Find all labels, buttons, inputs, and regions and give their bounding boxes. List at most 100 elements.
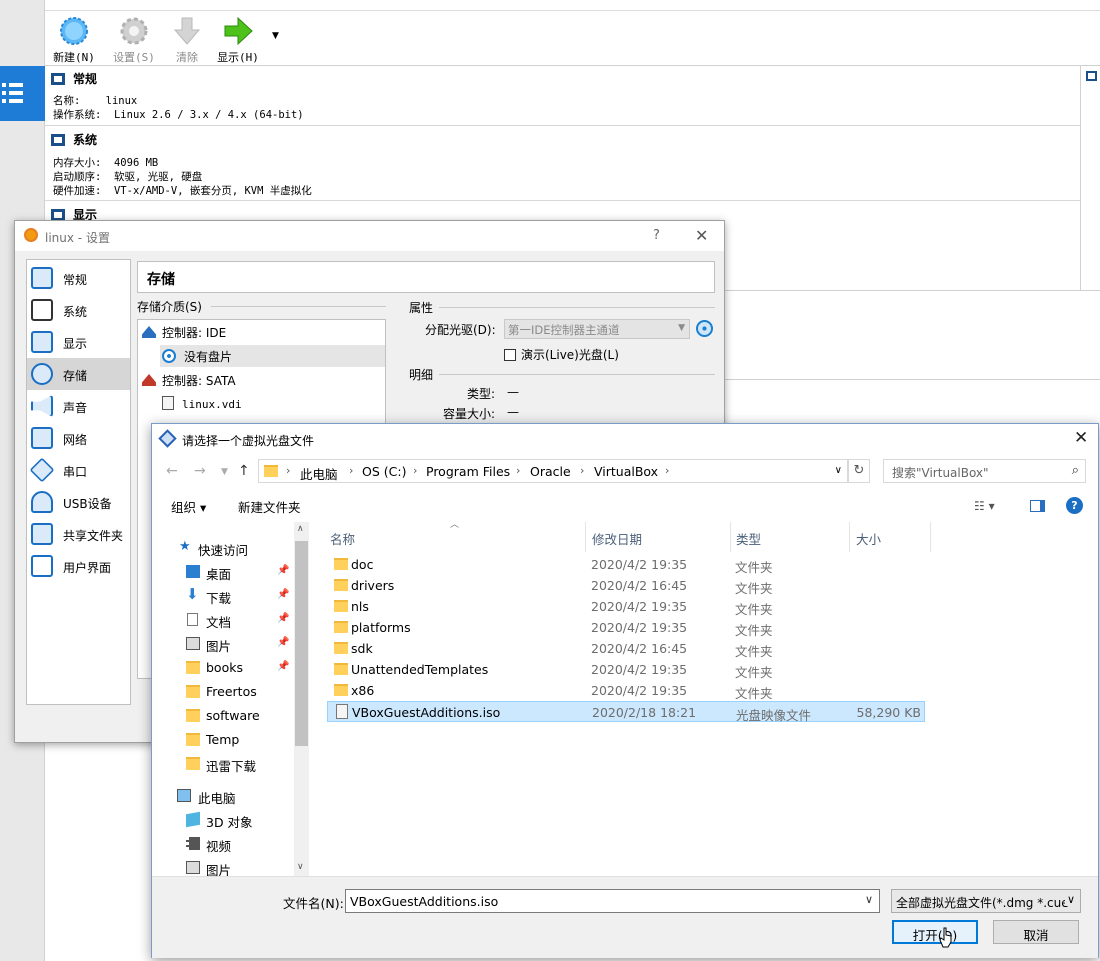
file-row[interactable]: platforms 2020/4/2 19:35 文件夹 bbox=[327, 617, 925, 638]
acceleration-value: VT-x/AMD-V, 嵌套分页, KVM 半虚拟化 bbox=[113, 185, 312, 197]
category-network[interactable]: 网络 bbox=[27, 422, 130, 454]
address-bar[interactable]: › 此电脑 › OS (C:) › Program Files › Oracle… bbox=[258, 459, 848, 483]
nav-software[interactable]: software bbox=[152, 704, 292, 728]
nav-documents[interactable]: 文档 📌 bbox=[152, 608, 292, 632]
pin-icon: 📌 bbox=[277, 565, 290, 576]
nav-this-pc[interactable]: 此电脑 bbox=[152, 784, 292, 808]
address-dropdown-icon[interactable]: ∨ bbox=[835, 465, 842, 476]
category-display[interactable]: 显示 bbox=[27, 326, 130, 358]
show-button[interactable]: 显示(H) bbox=[213, 15, 263, 65]
help-icon[interactable]: ? bbox=[1066, 497, 1083, 514]
cancel-button[interactable]: 取消 bbox=[993, 920, 1079, 944]
hard-disk-icon bbox=[162, 396, 174, 410]
refresh-icon[interactable]: ↻ bbox=[848, 459, 870, 483]
boot-order-value: 软驱, 光驱, 硬盘 bbox=[113, 171, 203, 183]
tree-empty-disc[interactable]: 没有盘片 bbox=[160, 345, 385, 367]
category-user-interface[interactable]: 用户界面 bbox=[27, 550, 130, 582]
category-general[interactable]: 常规 bbox=[27, 262, 130, 294]
file-dialog-close-button[interactable]: ✕ bbox=[1074, 428, 1088, 448]
film-icon bbox=[186, 837, 200, 850]
machine-tools-tile[interactable] bbox=[0, 66, 45, 121]
nav-downloads[interactable]: ⬇ 下载 📌 bbox=[152, 584, 292, 608]
nav-videos[interactable]: 视频 bbox=[152, 832, 292, 856]
up-arrow-icon[interactable]: ↑ bbox=[238, 463, 250, 479]
tree-sata-controller[interactable]: 控制器: SATA bbox=[142, 372, 236, 389]
nav-freertos[interactable]: Freertos bbox=[152, 680, 292, 704]
breadcrumb-virtualbox[interactable]: VirtualBox bbox=[594, 464, 658, 479]
acceleration-label: 硬件加速: bbox=[53, 185, 102, 197]
down-arrow-icon bbox=[173, 17, 201, 45]
organize-button[interactable]: 组织 ▾ bbox=[171, 497, 206, 516]
filetype-select[interactable]: 全部虚拟光盘文件(*.dmg *.cue ∨ bbox=[891, 889, 1081, 913]
live-cd-checkbox[interactable]: 演示(Live)光盘(L) bbox=[504, 346, 619, 363]
category-serial[interactable]: 串口 bbox=[27, 454, 130, 486]
monitor-icon bbox=[31, 331, 53, 353]
discard-button[interactable]: 清除 bbox=[162, 15, 212, 65]
chevron-down-icon[interactable]: ∨ bbox=[297, 862, 304, 872]
open-button[interactable]: 打开(O) bbox=[892, 920, 978, 944]
file-row[interactable]: UnattendedTemplates 2020/4/2 19:35 文件夹 bbox=[327, 659, 925, 680]
category-shared-folders[interactable]: 共享文件夹 bbox=[27, 518, 130, 550]
new-button[interactable]: 新建(N) bbox=[49, 15, 99, 65]
back-arrow-icon[interactable]: ← bbox=[166, 463, 178, 479]
file-row[interactable]: nls 2020/4/2 19:35 文件夹 bbox=[327, 596, 925, 617]
breadcrumb-program-files[interactable]: Program Files bbox=[426, 464, 510, 479]
help-button[interactable]: ? bbox=[653, 228, 660, 243]
category-usb[interactable]: USB设备 bbox=[27, 486, 130, 518]
folder-icon bbox=[264, 465, 278, 477]
settings-close-button[interactable]: ✕ bbox=[695, 226, 708, 245]
virtualbox-app-icon bbox=[158, 429, 177, 448]
nav-temp[interactable]: Temp bbox=[152, 728, 292, 752]
category-audio[interactable]: 声音 bbox=[27, 390, 130, 422]
tree-ide-controller[interactable]: 控制器: IDE bbox=[142, 324, 226, 341]
chevron-down-icon[interactable]: ∨ bbox=[865, 893, 873, 906]
column-name[interactable]: 名称 bbox=[330, 529, 355, 548]
system-title: 系统 bbox=[73, 133, 98, 147]
disc-image-icon bbox=[336, 704, 348, 719]
chevron-up-icon[interactable]: ∧ bbox=[297, 524, 304, 534]
category-storage[interactable]: 存储 bbox=[27, 358, 130, 390]
new-folder-button[interactable]: 新建文件夹 bbox=[238, 497, 301, 516]
nav-xunlei-downloads[interactable]: 迅雷下载 bbox=[152, 752, 292, 776]
cube-icon bbox=[186, 811, 200, 828]
file-row[interactable]: sdk 2020/4/2 16:45 文件夹 bbox=[327, 638, 925, 659]
network-icon bbox=[31, 427, 53, 449]
file-row[interactable]: x86 2020/4/2 19:35 文件夹 bbox=[327, 680, 925, 701]
nav-desktop[interactable]: 桌面 📌 bbox=[152, 560, 292, 584]
choose-disc-icon[interactable] bbox=[696, 320, 713, 337]
navigation-scrollbar[interactable]: ∧ ∨ bbox=[294, 522, 309, 876]
filename-input[interactable]: VBoxGuestAdditions.iso ∨ bbox=[345, 889, 880, 913]
show-dropdown-icon[interactable]: ▼ bbox=[272, 31, 279, 41]
nav-books[interactable]: books 📌 bbox=[152, 656, 292, 680]
column-date[interactable]: 修改日期 bbox=[592, 529, 642, 548]
breadcrumb-this-pc[interactable]: 此电脑 bbox=[300, 464, 338, 483]
view-options-icon[interactable]: ☷ ▾ bbox=[974, 499, 995, 513]
category-system[interactable]: 系统 bbox=[27, 294, 130, 326]
controller-icon bbox=[142, 326, 156, 338]
column-type[interactable]: 类型 bbox=[736, 529, 761, 548]
scrollbar-thumb[interactable] bbox=[295, 541, 308, 746]
breadcrumb-oracle[interactable]: Oracle bbox=[530, 464, 571, 479]
file-dialog-title: 请选择一个虚拟光盘文件 bbox=[182, 434, 315, 448]
breadcrumb-drive-c[interactable]: OS (C:) bbox=[362, 464, 406, 479]
forward-arrow-icon[interactable]: → bbox=[194, 463, 206, 479]
nav-quick-access[interactable]: ★ 快速访问 bbox=[152, 536, 292, 560]
nav-pictures[interactable]: 图片 📌 bbox=[152, 632, 292, 656]
nav-3d-objects[interactable]: 3D 对象 bbox=[152, 808, 292, 832]
folder-icon bbox=[334, 642, 348, 654]
optical-drive-select[interactable]: 第一IDE控制器主通道 ▼ bbox=[504, 319, 690, 339]
recent-dropdown-icon[interactable]: ▼ bbox=[221, 467, 228, 477]
file-row-selected[interactable]: VBoxGuestAdditions.iso 2020/2/18 18:21 光盘映… bbox=[327, 701, 925, 723]
file-row[interactable]: doc 2020/4/2 19:35 文件夹 bbox=[327, 554, 925, 575]
monitor-icon bbox=[1086, 71, 1097, 81]
file-dialog-titlebar: 请选择一个虚拟光盘文件 ✕ bbox=[152, 424, 1098, 454]
usb-icon bbox=[31, 491, 53, 513]
search-input[interactable]: 搜索"VirtualBox" ⌕ bbox=[883, 459, 1086, 483]
preview-pane-icon[interactable] bbox=[1030, 500, 1045, 512]
tree-linux-vdi[interactable]: linux.vdi bbox=[162, 396, 242, 411]
file-row[interactable]: drivers 2020/4/2 16:45 文件夹 bbox=[327, 575, 925, 596]
column-size[interactable]: 大小 bbox=[856, 529, 881, 548]
folder-icon bbox=[186, 685, 200, 698]
controller-icon bbox=[142, 374, 156, 386]
settings-button[interactable]: 设置(S) bbox=[109, 15, 159, 65]
